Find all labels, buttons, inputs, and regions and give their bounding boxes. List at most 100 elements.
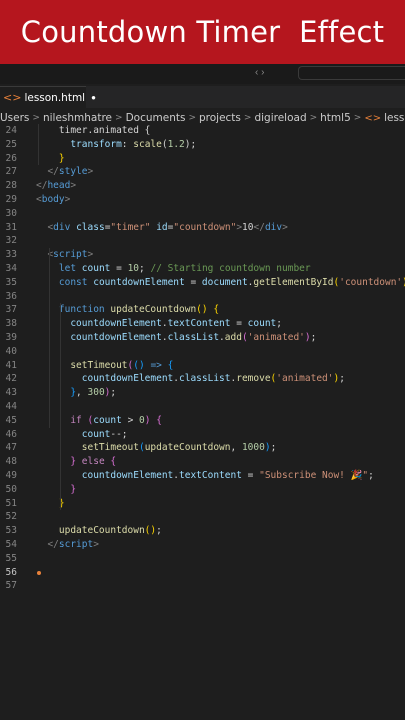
line-number: 49 bbox=[5, 470, 17, 481]
chevron-right-icon: > bbox=[243, 113, 252, 123]
code-token: = bbox=[110, 263, 128, 274]
line-number: 46 bbox=[5, 428, 17, 440]
line-number: 26 bbox=[5, 152, 17, 164]
code-token: setTimeout bbox=[81, 442, 139, 454]
code-token: > bbox=[64, 194, 71, 205]
code-token: => bbox=[150, 359, 162, 371]
code-token: document bbox=[201, 276, 248, 288]
code-text: countdownElement.classList.add('animated… bbox=[70, 331, 316, 345]
code-text: } else { bbox=[70, 455, 116, 469]
line-number: 33 bbox=[5, 249, 17, 261]
line-number: 44 bbox=[5, 401, 17, 412]
code-token: : bbox=[121, 138, 134, 150]
code-token: { bbox=[156, 414, 162, 426]
code-token: ; bbox=[310, 332, 317, 343]
line-number: 31 bbox=[5, 221, 17, 233]
code-token: () bbox=[196, 304, 208, 316]
code-token: ; bbox=[156, 525, 162, 537]
command-center-field[interactable] bbox=[298, 66, 405, 80]
code-line[interactable]: 57 bbox=[0, 579, 405, 593]
line-number: 24 bbox=[5, 125, 17, 136]
code-line[interactable]: 52 bbox=[0, 510, 405, 524]
code-text: countdownElement.textContent = count; bbox=[70, 317, 282, 331]
code-token: "timer" bbox=[110, 221, 151, 233]
code-token: > bbox=[282, 221, 288, 233]
editor-tab-bar: <> lesson.html ● bbox=[0, 86, 405, 108]
code-token: count bbox=[81, 263, 111, 274]
code-line[interactable]: 30 bbox=[0, 207, 405, 221]
code-line[interactable]: 31 <div class="timer" id="countdown">10</… bbox=[0, 221, 405, 235]
tab-lesson-html[interactable]: <> lesson.html ● bbox=[0, 86, 96, 108]
code-line[interactable]: 34 let count = 10; // Starting countdown … bbox=[0, 262, 405, 276]
line-number: 38 bbox=[5, 318, 17, 330]
line-number: 56 bbox=[5, 566, 17, 578]
code-token: ; bbox=[276, 318, 282, 330]
code-token: else bbox=[81, 456, 105, 468]
code-token: classList bbox=[167, 332, 220, 343]
line-number: 40 bbox=[5, 345, 17, 357]
window-titlebar: ‹ › bbox=[0, 64, 405, 84]
code-text: <script> bbox=[47, 248, 93, 262]
code-text: updateCountdown(); bbox=[59, 524, 162, 538]
line-number: 53 bbox=[5, 525, 17, 537]
breadcrumb-item-file[interactable]: lesson.html bbox=[384, 112, 405, 124]
code-line[interactable]: 29 <body> bbox=[0, 193, 405, 207]
code-line[interactable]: 36 bbox=[0, 290, 405, 304]
breadcrumb-item-users[interactable]: Users bbox=[0, 112, 29, 124]
code-token: updateCountdown bbox=[110, 304, 197, 316]
breadcrumb-item-user[interactable]: nileshmhatre bbox=[43, 112, 112, 124]
code-line[interactable]: 24 timer.animated { bbox=[0, 124, 405, 138]
code-text: }, 300); bbox=[70, 386, 116, 400]
code-line[interactable]: 28 </head> bbox=[0, 179, 405, 193]
code-token: textContent bbox=[167, 318, 231, 330]
line-number: 47 bbox=[5, 442, 17, 454]
code-token: > bbox=[87, 166, 94, 178]
breadcrumb-item-html5[interactable]: html5 bbox=[320, 112, 351, 124]
code-text: if (count > 0) { bbox=[70, 414, 162, 428]
code-token: countdownElement bbox=[70, 332, 162, 343]
code-line[interactable]: 56 bbox=[0, 566, 405, 580]
code-token: head bbox=[47, 180, 71, 192]
code-text: transform: scale(1.2); bbox=[70, 138, 196, 152]
breadcrumb-item-digireload[interactable]: digireload bbox=[254, 112, 306, 124]
video-title: Countdown Timer Effect bbox=[20, 15, 385, 49]
code-token: } bbox=[58, 152, 65, 164]
code-token: , bbox=[230, 442, 242, 454]
code-token: countdownElement bbox=[81, 373, 174, 385]
code-line[interactable]: 54 </script> bbox=[0, 538, 405, 552]
code-line[interactable]: 26} bbox=[0, 152, 405, 166]
code-token: getElementById bbox=[253, 276, 334, 288]
code-line[interactable]: 53 updateCountdown(); bbox=[0, 524, 405, 538]
line-number: 57 bbox=[5, 580, 17, 592]
nav-arrows-icon[interactable]: ‹ › bbox=[255, 67, 264, 78]
code-line[interactable]: 32 bbox=[0, 234, 405, 248]
code-token: () bbox=[133, 359, 145, 371]
code-line[interactable]: 55 bbox=[0, 552, 405, 566]
unsaved-dot-icon[interactable]: ● bbox=[91, 93, 96, 102]
breadcrumb-item-documents[interactable]: Documents bbox=[126, 112, 186, 124]
code-token: 300 bbox=[87, 387, 105, 399]
code-text: countdownElement.textContent = "Subscrib… bbox=[82, 469, 374, 483]
code-line[interactable]: 33 <script> bbox=[0, 248, 405, 262]
code-text: let count = 10; // Starting countdown nu… bbox=[59, 262, 311, 276]
code-token: count bbox=[93, 414, 122, 426]
code-token: = bbox=[230, 318, 248, 330]
code-token: </ bbox=[253, 221, 265, 233]
code-line[interactable]: 25 transform: scale(1.2); bbox=[0, 138, 405, 152]
code-line[interactable]: 27 </style> bbox=[0, 165, 405, 179]
code-text: <div class="timer" id="countdown">10</di… bbox=[47, 221, 287, 235]
breadcrumb-item-projects[interactable]: projects bbox=[199, 112, 241, 124]
code-token: countdownElement bbox=[81, 470, 174, 481]
code-text: </style> bbox=[47, 165, 93, 179]
code-text: </head> bbox=[36, 179, 76, 193]
code-token: updateCountdown bbox=[144, 442, 231, 454]
code-token: count bbox=[247, 318, 277, 330]
chevron-right-icon: > bbox=[353, 113, 362, 123]
code-token: > bbox=[93, 539, 99, 550]
code-editor[interactable]: 24 timer.animated {25 transform: scale(1.2… bbox=[0, 124, 405, 720]
code-token: function bbox=[58, 304, 105, 316]
code-token: } bbox=[70, 483, 77, 495]
code-line[interactable]: 35 const countdownElement = document.getE… bbox=[0, 276, 405, 290]
code-token: body bbox=[41, 194, 65, 205]
line-number: 51 bbox=[5, 497, 17, 509]
